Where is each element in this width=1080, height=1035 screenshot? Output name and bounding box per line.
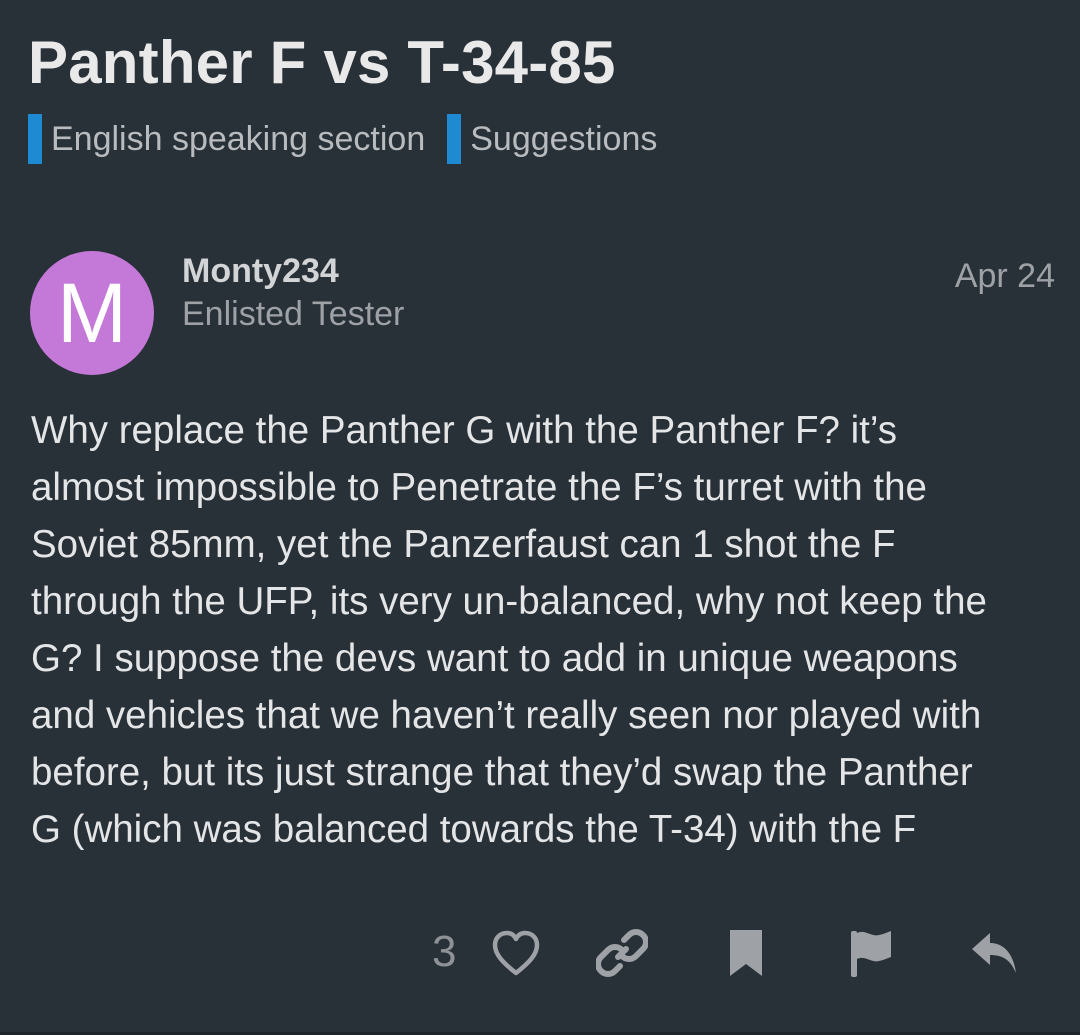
post-body-line: G? I suppose the devs want to add in uni… (31, 637, 958, 680)
post-body-line: G (which was balanced towards the T-34) … (31, 808, 917, 851)
like-count[interactable]: 3 (432, 927, 456, 977)
bookmark-icon[interactable] (718, 925, 774, 981)
flag-icon[interactable] (842, 925, 898, 981)
category-label: Suggestions (470, 119, 658, 158)
category-list: English speaking section Suggestions (28, 114, 679, 164)
post-body-line: through the UFP, its very un-balanced, w… (31, 580, 987, 623)
link-icon[interactable] (594, 925, 650, 981)
post-body-line: Soviet 85mm, yet the Panzerfaust can 1 s… (31, 523, 896, 566)
reply-icon[interactable] (966, 925, 1022, 981)
post-body: Why replace the Panther G with the Panth… (31, 402, 1061, 858)
topic-title: Panther F vs T-34-85 (28, 29, 616, 96)
category-label: English speaking section (51, 119, 426, 158)
post-user-title: Enlisted Tester (182, 295, 405, 333)
heart-icon[interactable] (488, 925, 544, 981)
post-body-line: almost impossible to Penetrate the F’s t… (31, 466, 927, 509)
category-color-bar (447, 114, 462, 164)
post-body-line: and vehicles that we haven’t really seen… (31, 694, 982, 737)
avatar[interactable]: M (30, 251, 154, 375)
post-body-line: Why replace the Panther G with the Panth… (31, 409, 897, 452)
post-actions: 3 (0, 925, 1080, 981)
category-english-speaking-section[interactable]: English speaking section (28, 114, 425, 164)
post-body-line: before, but its just strange that they’d… (31, 751, 973, 794)
category-suggestions[interactable]: Suggestions (447, 114, 657, 164)
post-date[interactable]: Apr 24 (955, 257, 1055, 296)
post-username[interactable]: Monty234 (182, 252, 339, 291)
category-color-bar (28, 114, 42, 164)
